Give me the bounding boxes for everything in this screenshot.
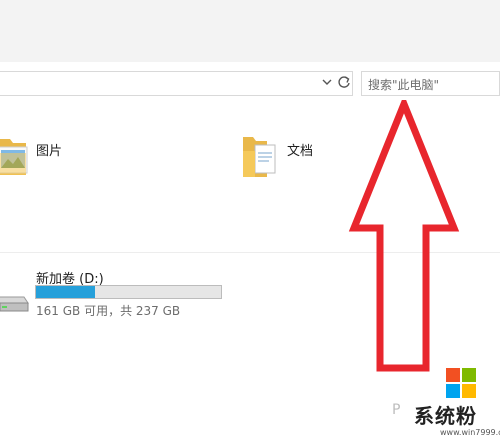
hard-drive-icon bbox=[0, 296, 29, 312]
drive-usage-bar bbox=[35, 285, 222, 299]
address-bar[interactable] bbox=[0, 71, 353, 96]
documents-folder-icon bbox=[243, 137, 276, 177]
watermark-corner-letter: P bbox=[392, 402, 401, 418]
drive-free-space: 161 GB 可用，共 237 GB bbox=[36, 304, 181, 318]
ribbon-area bbox=[0, 0, 500, 62]
folder-label: 图片 bbox=[36, 144, 63, 159]
watermark-brand: 系统粉 bbox=[414, 404, 477, 428]
drive-usage-fill bbox=[36, 286, 96, 298]
pictures-folder-icon bbox=[0, 139, 28, 175]
search-placeholder[interactable]: 搜索"此电脑" bbox=[368, 76, 439, 93]
watermark-url: www.win7999.com bbox=[440, 428, 500, 437]
refresh-icon[interactable] bbox=[337, 73, 351, 91]
chevron-down-icon[interactable] bbox=[320, 74, 334, 90]
windows-logo-icon bbox=[446, 368, 476, 398]
red-up-arrow-annotation bbox=[348, 100, 460, 372]
folder-label: 文档 bbox=[287, 144, 314, 159]
